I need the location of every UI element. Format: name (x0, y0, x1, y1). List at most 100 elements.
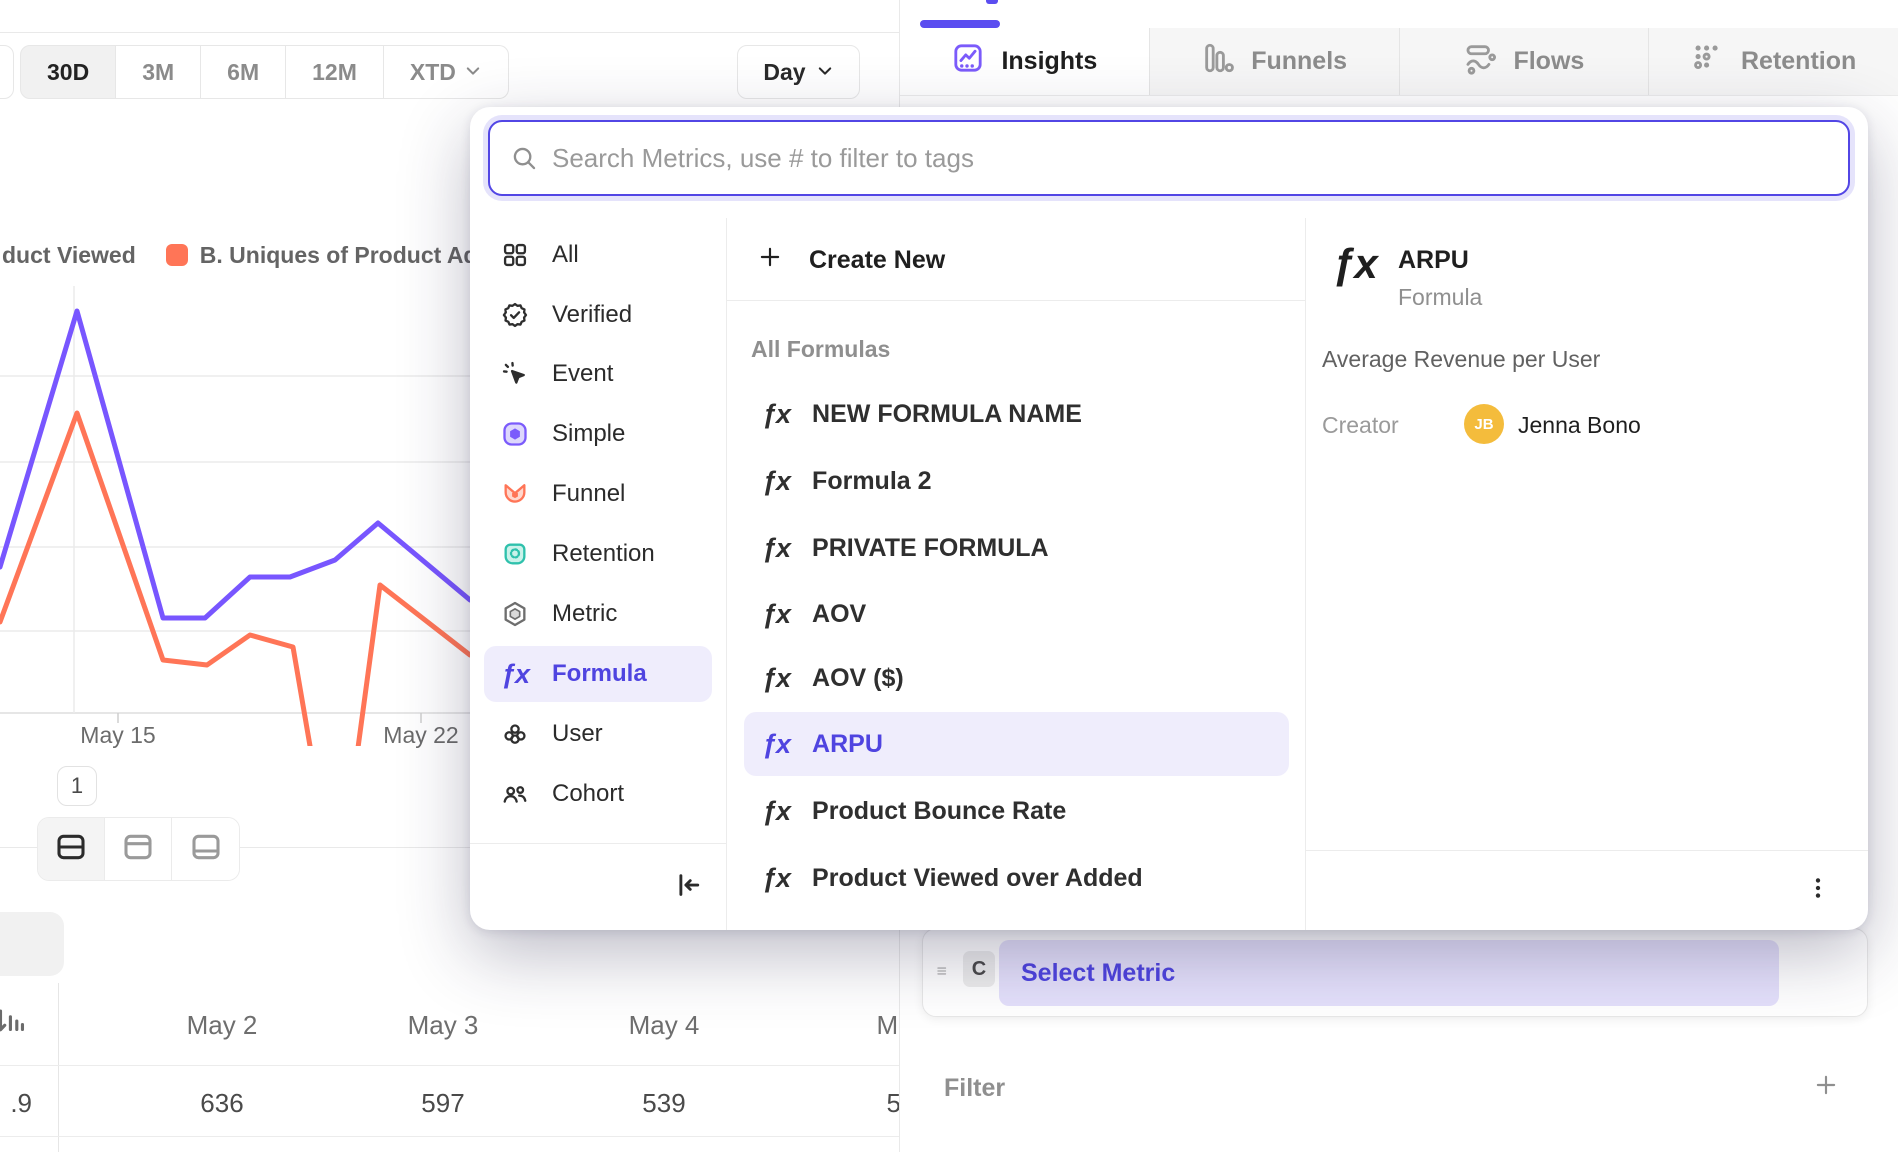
chevron-down-icon (464, 59, 482, 86)
time-range-button-partial[interactable] (0, 45, 14, 99)
formula-item-product-viewed-over-added[interactable]: ƒxProduct Viewed over Added (744, 849, 1289, 907)
sidebar-item-label: Formula (552, 660, 647, 688)
layout-split-button[interactable] (38, 818, 105, 880)
sidebar-item-event[interactable]: Event (484, 346, 712, 402)
table-cell-value: 597 (373, 1082, 513, 1124)
avatar: JB (1464, 404, 1504, 444)
time-range-12m[interactable]: 12M (286, 45, 384, 99)
table-corner-tab[interactable] (0, 912, 64, 976)
formula-item-new-formula-name[interactable]: ƒxNEW FORMULA NAME (744, 385, 1289, 443)
verified-badge-icon (500, 300, 530, 330)
formula-item-product-bounce-rate[interactable]: ƒxProduct Bounce Rate (744, 782, 1289, 840)
funnel-icon (500, 479, 530, 509)
formula-fx-icon: ƒx (1332, 240, 1377, 288)
sidebar-item-retention[interactable]: Retention (484, 526, 712, 582)
sidebar-item-cohort[interactable]: Cohort (484, 766, 712, 822)
sidebar-item-metric[interactable]: Metric (484, 586, 712, 642)
sidebar-item-formula[interactable]: ƒxFormula (484, 646, 712, 702)
formula-item-label: PRIVATE FORMULA (812, 534, 1049, 563)
sidebar-item-label: Cohort (552, 780, 624, 808)
time-range-group: 30D3M6M12M XTD (20, 45, 509, 99)
sidebar-item-simple[interactable]: Simple (484, 406, 712, 462)
table-row-divider (0, 1136, 899, 1137)
formula-fx-icon: ƒx (762, 533, 790, 564)
sidebar-item-user[interactable]: User (484, 706, 712, 762)
select-metric-label: Select Metric (1021, 959, 1175, 988)
tab-funnels[interactable]: Funnels (1150, 28, 1400, 95)
tab-flows[interactable]: Flows (1400, 28, 1650, 95)
legend-item[interactable]: B. Uniques of Product Add (166, 242, 492, 269)
top-divider (0, 32, 899, 33)
time-range-3m[interactable]: 3M (116, 45, 201, 99)
formula-item-private-formula[interactable]: ƒx PRIVATE FORMULA (744, 519, 1289, 577)
app-screen: 30D3M6M12M XTD Day duct Viewed B. Uniques … (0, 0, 1898, 1152)
list-section-label: All Formulas (751, 336, 890, 363)
list-divider (727, 300, 1306, 301)
time-range-30d[interactable]: 30D (20, 45, 116, 99)
sidebar-item-label: All (552, 241, 579, 269)
chart-legend: duct Viewed B. Uniques of Product Add (2, 240, 492, 270)
sidebar-item-label: Event (552, 360, 613, 388)
detail-footer-divider (1306, 850, 1868, 851)
layout-table-only-button[interactable] (172, 818, 239, 880)
formula-item-formula-2[interactable]: ƒxFormula 2 (744, 452, 1289, 510)
legend-label: duct Viewed (2, 242, 136, 269)
collapse-sidebar-button[interactable] (666, 862, 712, 908)
chevron-down-icon (816, 59, 834, 86)
sidebar-item-label: User (552, 720, 603, 748)
search-input[interactable] (488, 120, 1850, 196)
create-new-button[interactable]: Create New (757, 232, 945, 288)
table-column-header: May 2 (152, 1004, 292, 1046)
metric-row-card: C Select Metric (922, 928, 1868, 1017)
pagination-badge[interactable]: 1 (57, 766, 97, 806)
sidebar-item-all[interactable]: All (484, 227, 712, 283)
funnels-icon (1201, 41, 1235, 82)
formula-item-label: Product Bounce Rate (812, 797, 1066, 826)
formula-item-aov-[interactable]: ƒxAOV ($) (744, 649, 1289, 707)
granularity-label: Day (763, 59, 805, 86)
simple-icon (500, 419, 530, 449)
add-filter-button[interactable] (1813, 1072, 1839, 1103)
line-chart (0, 276, 470, 746)
filter-label: Filter (944, 1074, 1005, 1103)
formula-item-aov[interactable]: ƒxAOV (744, 585, 1289, 643)
x-axis-label: May 15 (63, 722, 173, 749)
table-column-header: May 3 (373, 1004, 513, 1046)
tab-insights[interactable]: Insights (900, 28, 1150, 95)
formula-list-column: Create New All Formulas ƒxNEW FORMULA NA… (727, 218, 1306, 930)
layout-toggle-group (37, 817, 240, 881)
metric-series-badge: C (963, 951, 995, 987)
layout-chart-only-button[interactable] (105, 818, 172, 880)
formula-item-arpu[interactable]: ƒxARPU (744, 712, 1289, 776)
sidebar-item-label: Verified (552, 301, 632, 329)
upper-tab-indicator (920, 20, 1000, 28)
select-metric-button[interactable]: Select Metric (999, 940, 1779, 1006)
table-column-divider (58, 983, 59, 1152)
time-range-xtd-dropdown[interactable]: XTD (384, 45, 509, 99)
table-row-divider (0, 1065, 899, 1066)
category-sidebar: All Verified Event SimpleFunnel Retention Met… (470, 218, 727, 930)
sidebar-item-label: Metric (552, 600, 617, 628)
drag-handle-icon[interactable] (933, 961, 953, 986)
xtd-label: XTD (410, 59, 456, 86)
sort-desc-icon[interactable] (0, 1004, 26, 1043)
metric-picker-modal: All Verified Event SimpleFunnel Retention Met… (470, 107, 1868, 930)
tab-label: Funnels (1251, 47, 1347, 76)
granularity-dropdown[interactable]: Day (737, 45, 860, 99)
formula-item-label: AOV (812, 600, 866, 629)
layout-bottom-icon (188, 831, 224, 868)
sidebar-item-verified[interactable]: Verified (484, 287, 712, 343)
time-range-6m[interactable]: 6M (201, 45, 286, 99)
table-cell-value: 539 (594, 1082, 734, 1124)
formula-fx-icon: ƒx (762, 663, 790, 694)
tab-retention[interactable]: Retention (1649, 28, 1898, 95)
creator-name: Jenna Bono (1518, 412, 1641, 439)
layout-split-icon (53, 831, 89, 868)
sidebar-item-funnel[interactable]: Funnel (484, 466, 712, 522)
creator-label: Creator (1322, 412, 1399, 439)
sidebar-item-label: Retention (552, 540, 655, 568)
legend-swatch (166, 244, 188, 266)
search-icon (510, 144, 538, 177)
more-options-kebab-icon[interactable] (1798, 866, 1838, 910)
legend-item[interactable]: duct Viewed (2, 242, 136, 269)
